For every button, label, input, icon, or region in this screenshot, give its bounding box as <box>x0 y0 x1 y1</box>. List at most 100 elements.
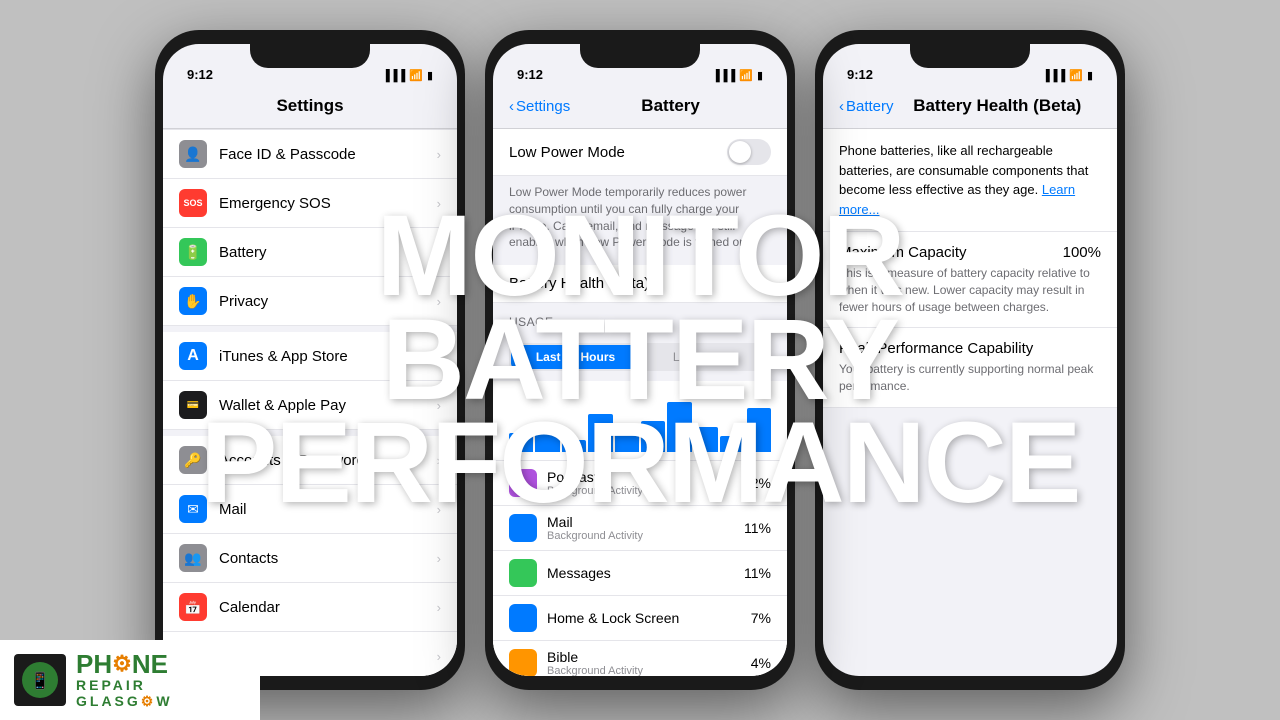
calendar-icon: 📅 <box>179 593 207 621</box>
list-item[interactable]: ✋ Privacy › <box>163 277 457 326</box>
tab-7days[interactable]: Last 7 Days <box>640 345 769 369</box>
chevron-icon: › <box>437 196 441 211</box>
bible-percent: 4% <box>751 655 771 671</box>
list-item[interactable]: Home & Lock Screen 7% <box>493 596 787 641</box>
privacy-label: Privacy <box>219 293 437 310</box>
screen-left: 9:12 ▐▐▐ 📶 ▮ Settings 👤 Face ID & Passco… <box>163 44 457 676</box>
bible-icon <box>509 649 537 676</box>
low-power-switch[interactable] <box>727 139 771 165</box>
wifi-icon: 📶 <box>409 69 423 82</box>
peak-performance-row: Peak Performance Capability Your battery… <box>823 328 1117 408</box>
svg-text:📱: 📱 <box>30 671 50 690</box>
max-capacity-row: Maximum Capacity 100% This is a measure … <box>823 232 1117 328</box>
chevron-icon: › <box>437 600 441 615</box>
chart-bar <box>747 408 771 452</box>
back-button-right[interactable]: ‹ Battery <box>839 98 894 115</box>
chart-bar <box>509 433 533 452</box>
screen-right: 9:12 ▐▐▐ 📶 ▮ ‹ Battery Battery Health (B… <box>823 44 1117 676</box>
faceid-label: Face ID & Passcode <box>219 146 437 163</box>
mail-name: Mail <box>547 514 744 530</box>
list-item[interactable]: 🔋 Battery › <box>163 228 457 277</box>
list-item[interactable]: Messages 11% <box>493 551 787 596</box>
signal-icon: ▐▐▐ <box>1042 70 1065 82</box>
chevron-icon: › <box>437 502 441 517</box>
tab-24hours[interactable]: Last 24 Hours <box>511 345 640 369</box>
sos-label: Emergency SOS <box>219 195 437 212</box>
mail-percent: 11% <box>744 520 771 536</box>
bible-sub: Background Activity <box>547 665 751 676</box>
status-icons-left: ▐▐▐ 📶 ▮ <box>382 69 433 82</box>
usage-header: USAGE <box>493 309 787 333</box>
chart-bar <box>720 436 744 452</box>
list-item[interactable]: SOS Emergency SOS › <box>163 179 457 228</box>
chart-bar <box>641 421 665 453</box>
accounts-icon: 🔑 <box>179 446 207 474</box>
homescreen-name: Home & Lock Screen <box>547 610 751 626</box>
messages-icon <box>509 559 537 587</box>
list-item[interactable]: 💳 Wallet & Apple Pay › <box>163 381 457 430</box>
battery-health-label: Battery Health (Beta) <box>509 275 767 292</box>
phone-right: 9:12 ▐▐▐ 📶 ▮ ‹ Battery Battery Health (B… <box>815 30 1125 690</box>
low-power-desc: Low Power Mode temporarily reduces power… <box>493 176 787 259</box>
logo-gear-symbol: ⚙ <box>112 653 132 675</box>
status-icons-right: ▐▐▐ 📶 ▮ <box>1042 69 1093 82</box>
list-item[interactable]: ✉ Mail › <box>163 485 457 534</box>
list-item[interactable]: Bible Background Activity 4% <box>493 641 787 676</box>
accounts-label: Accounts & Passwords <box>219 452 437 469</box>
phone-left: 9:12 ▐▐▐ 📶 ▮ Settings 👤 Face ID & Passco… <box>155 30 465 690</box>
back-button-center[interactable]: ‹ Settings <box>509 98 570 115</box>
chevron-icon: › <box>437 649 441 664</box>
battery-health-row[interactable]: Battery Health (Beta) › <box>493 259 787 303</box>
podcasts-icon <box>509 469 537 497</box>
homescreen-info: Home & Lock Screen <box>547 610 751 626</box>
logo-ph: PH <box>76 651 112 677</box>
signal-icon: ▐▐▐ <box>712 70 735 82</box>
list-item[interactable]: Mail Background Activity 11% <box>493 506 787 551</box>
privacy-icon: ✋ <box>179 287 207 315</box>
chart-bar <box>615 430 639 452</box>
logo-ne: NE <box>132 651 168 677</box>
logo-repair: REPAIR <box>76 677 173 693</box>
max-capacity-desc: This is a measure of battery capacity re… <box>839 265 1101 315</box>
list-item[interactable]: 👥 Contacts › <box>163 534 457 583</box>
usage-chart <box>493 381 787 461</box>
messages-name: Messages <box>547 565 744 581</box>
homescreen-percent: 7% <box>751 610 771 626</box>
podcasts-percent: 12% <box>743 475 771 491</box>
chart-bar <box>588 414 612 452</box>
peak-performance-label: Peak Performance Capability <box>839 340 1033 357</box>
phones-container: 9:12 ▐▐▐ 📶 ▮ Settings 👤 Face ID & Passco… <box>0 0 1280 720</box>
list-item[interactable]: 📅 Calendar › <box>163 583 457 632</box>
chevron-icon: › <box>437 398 441 413</box>
list-item[interactable]: Podcasts Background Activity 12% <box>493 461 787 506</box>
battery-screen-content: Low Power Mode Low Power Mode temporaril… <box>493 129 787 676</box>
status-icons-center: ▐▐▐ 📶 ▮ <box>712 69 763 82</box>
settings-list: 👤 Face ID & Passcode › SOS Emergency SOS… <box>163 129 457 676</box>
settings-title: Settings <box>179 96 441 116</box>
notch-left <box>250 44 370 68</box>
mail-sub: Background Activity <box>547 530 744 542</box>
chevron-icon: › <box>437 453 441 468</box>
chevron-icon: › <box>437 147 441 162</box>
battery-title: Battery <box>570 96 771 116</box>
wifi-icon: 📶 <box>1069 69 1083 82</box>
battery-icon: ▮ <box>427 69 433 82</box>
logo-container: 📱 PH⚙NE REPAIR GLASG⚙W <box>0 640 260 720</box>
calendar-label: Calendar <box>219 599 437 616</box>
screen-center: 9:12 ▐▐▐ 📶 ▮ ‹ Settings Battery Low Powe… <box>493 44 787 676</box>
list-item[interactable]: A iTunes & App Store › <box>163 326 457 381</box>
sos-icon: SOS <box>179 189 207 217</box>
nav-bar-right: ‹ Battery Battery Health (Beta) <box>823 88 1117 129</box>
list-item[interactable]: 🔑 Accounts & Passwords › <box>163 430 457 485</box>
appstore-icon: A <box>179 342 207 370</box>
health-title: Battery Health (Beta) <box>894 96 1101 116</box>
mail-label: Mail <box>219 501 437 518</box>
logo-brand-top: PH⚙NE <box>76 651 173 677</box>
chevron-icon: › <box>437 551 441 566</box>
chevron-icon: › <box>767 276 771 291</box>
time-left: 9:12 <box>187 67 213 82</box>
low-power-toggle-row[interactable]: Low Power Mode <box>493 129 787 176</box>
list-item[interactable]: 👤 Face ID & Passcode › <box>163 129 457 179</box>
max-capacity-label: Maximum Capacity <box>839 244 967 261</box>
wallet-label: Wallet & Apple Pay <box>219 397 437 414</box>
